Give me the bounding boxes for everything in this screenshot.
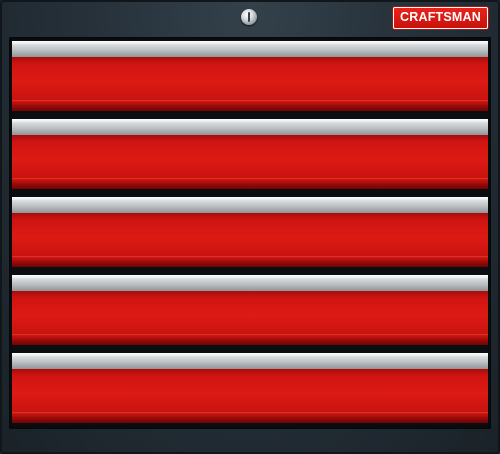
drawer-4[interactable] xyxy=(12,275,488,345)
drawer-1-face xyxy=(12,57,488,111)
drawer-5-trim xyxy=(12,412,488,414)
drawer-2-face xyxy=(12,135,488,189)
drawer-3-trim xyxy=(12,256,488,258)
drawer-4-handle[interactable] xyxy=(12,275,488,291)
drawer-4-face xyxy=(12,291,488,345)
drawer-2[interactable] xyxy=(12,119,488,189)
drawer-5[interactable] xyxy=(12,353,488,423)
drawer-5-face xyxy=(12,369,488,423)
craftsman-logo: CRAFTSMAN xyxy=(393,7,488,29)
drawer-5-shade xyxy=(12,415,488,423)
drawer-4-shade xyxy=(12,337,488,345)
drawer-2-shade xyxy=(12,181,488,189)
drawer-4-trim xyxy=(12,334,488,336)
drawer-1-shade xyxy=(12,103,488,111)
drawer-2-handle[interactable] xyxy=(12,119,488,135)
drawer-5-handle[interactable] xyxy=(12,353,488,369)
drawer-1-trim xyxy=(12,100,488,102)
drawer-3-handle[interactable] xyxy=(12,197,488,213)
drawer-2-trim xyxy=(12,178,488,180)
lock-icon[interactable] xyxy=(241,9,257,25)
drawer-1[interactable] xyxy=(12,41,488,111)
drawer-3-shade xyxy=(12,259,488,267)
drawer-1-handle[interactable] xyxy=(12,41,488,57)
drawer-3-face xyxy=(12,213,488,267)
drawer-3[interactable] xyxy=(12,197,488,267)
tool-cabinet: CRAFTSMAN xyxy=(0,0,500,454)
